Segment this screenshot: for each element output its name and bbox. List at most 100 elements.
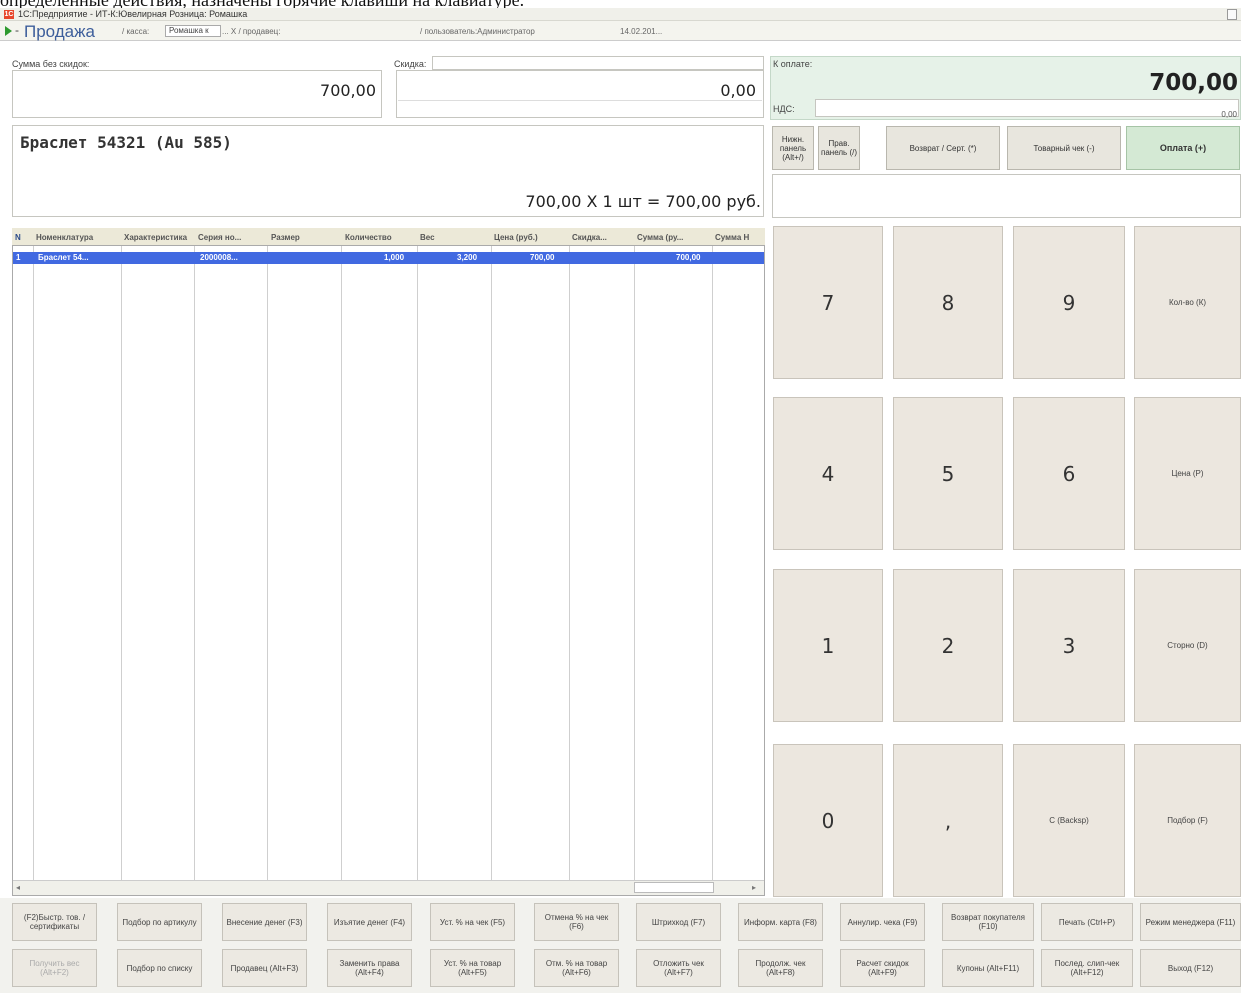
message-field <box>772 174 1241 218</box>
cell-n: 1 <box>16 253 21 262</box>
col-divider <box>634 246 635 880</box>
col-divider <box>121 246 122 880</box>
coupons-button[interactable]: Купоны (Alt+F11) <box>942 949 1034 987</box>
col-header-price[interactable]: Цена (руб.) <box>494 233 538 242</box>
exit-button[interactable]: Выход (F12) <box>1140 949 1241 987</box>
vat-value: 0,00 <box>1221 110 1237 119</box>
get-weight-button[interactable]: Получить вес (Alt+F2) <box>12 949 97 987</box>
key-8[interactable]: 8 <box>893 226 1003 379</box>
key-0-label: 0 <box>821 808 835 833</box>
set-receipt-discount-button[interactable]: Уст. % на чек (F5) <box>430 903 515 941</box>
form-title: Продажа <box>24 22 95 41</box>
key-3-label: 3 <box>1062 633 1076 658</box>
calculate-discounts-button[interactable]: Расчет скидок (Alt+F9) <box>840 949 925 987</box>
pay-button[interactable]: Оплата (+) <box>1126 126 1240 170</box>
discount-divider <box>398 100 762 101</box>
price-button-label: Цена (Р) <box>1171 469 1204 478</box>
manager-mode-button[interactable]: Режим менеджера (F11) <box>1140 903 1241 941</box>
crumb-date: 14.02.201... <box>620 27 663 36</box>
storno-button[interactable]: Сторно (D) <box>1134 569 1241 722</box>
key-2[interactable]: 2 <box>893 569 1003 722</box>
last-slip-button[interactable]: Послед. слип-чек (Alt+F12) <box>1041 949 1133 987</box>
col-header-quantity[interactable]: Количество <box>345 233 392 242</box>
key-4[interactable]: 4 <box>773 397 883 550</box>
print-button[interactable]: Печать (Ctrl+P) <box>1041 903 1133 941</box>
quick-goods-button[interactable]: (F2)Быстр. тов. / сертификаты <box>12 903 97 941</box>
scroll-left-icon[interactable]: ◂ <box>16 883 20 892</box>
to-pay-label: К оплате: <box>773 59 813 69</box>
cell-quantity: 1,000 <box>384 253 405 262</box>
key-6[interactable]: 6 <box>1013 397 1125 550</box>
col-divider <box>417 246 418 880</box>
cancel-receipt-discount-button[interactable]: Отмена % на чек (F6) <box>534 903 619 941</box>
storno-button-label: Сторно (D) <box>1167 641 1208 650</box>
select-button-label: Подбор (F) <box>1167 816 1208 825</box>
col-header-n[interactable]: N <box>15 233 21 242</box>
col-header-size[interactable]: Размер <box>271 233 300 242</box>
col-header-weight[interactable]: Вес <box>420 233 435 242</box>
void-receipt-button[interactable]: Аннулир. чека (F9) <box>840 903 925 941</box>
col-divider <box>194 246 195 880</box>
scrollbar-thumb[interactable] <box>634 882 714 893</box>
key-5[interactable]: 5 <box>893 397 1003 550</box>
key-comma[interactable]: , <box>893 744 1003 897</box>
receipt-button[interactable]: Товарный чек (-) <box>1007 126 1121 170</box>
col-header-sum-n[interactable]: Сумма Н <box>715 233 749 242</box>
key-9-label: 9 <box>1062 290 1076 315</box>
scroll-right-icon[interactable]: ▸ <box>752 883 756 892</box>
set-item-discount-button[interactable]: Уст. % на товар (Alt+F5) <box>430 949 515 987</box>
key-9[interactable]: 9 <box>1013 226 1125 379</box>
select-button[interactable]: Подбор (F) <box>1134 744 1241 897</box>
play-icon[interactable] <box>5 26 12 36</box>
col-header-characteristic[interactable]: Характеристика <box>124 233 187 242</box>
window-restore-button[interactable] <box>1227 9 1237 20</box>
key-1[interactable]: 1 <box>773 569 883 722</box>
select-by-article-button[interactable]: Подбор по артикулу <box>117 903 202 941</box>
key-3[interactable]: 3 <box>1013 569 1125 722</box>
barcode-button[interactable]: Штрихкод (F7) <box>636 903 721 941</box>
key-7[interactable]: 7 <box>773 226 883 379</box>
key-8-label: 8 <box>941 290 955 315</box>
backspace-button-label: C (Backsp) <box>1049 816 1089 825</box>
seller-button[interactable]: Продавец (Alt+F3) <box>222 949 307 987</box>
vat-label: НДС: <box>773 104 795 114</box>
col-header-sum[interactable]: Сумма (ру... <box>637 233 683 242</box>
withdraw-cash-button[interactable]: Изъятие денег (F4) <box>327 903 412 941</box>
cell-nomenclature: Браслет 54... <box>38 253 89 262</box>
key-6-label: 6 <box>1062 461 1076 486</box>
left-panel-button[interactable]: Нижн. панель (Alt+/) <box>772 126 814 170</box>
kassa-field[interactable]: Ромашка к <box>165 25 221 37</box>
key-5-label: 5 <box>941 461 955 486</box>
col-divider <box>569 246 570 880</box>
col-header-series[interactable]: Серия но... <box>198 233 241 242</box>
replace-rights-button[interactable]: Заменить права (Alt+F4) <box>327 949 412 987</box>
customer-return-button[interactable]: Возврат покупателя (F10) <box>942 903 1034 941</box>
info-card-button[interactable]: Информ. карта (F8) <box>738 903 823 941</box>
return-certificate-button[interactable]: Возврат / Серт. (*) <box>886 126 1000 170</box>
discount-input[interactable] <box>432 56 764 70</box>
nav-menu-icon[interactable]: - <box>15 23 19 37</box>
quantity-button[interactable]: Кол-во (К) <box>1134 226 1241 379</box>
key-comma-label: , <box>944 808 952 833</box>
cancel-item-discount-button[interactable]: Отм. % на товар (Alt+F6) <box>534 949 619 987</box>
continue-receipt-button[interactable]: Продолж. чек (Alt+F8) <box>738 949 823 987</box>
price-button[interactable]: Цена (Р) <box>1134 397 1241 550</box>
items-table[interactable] <box>12 228 765 896</box>
vat-field <box>815 99 1239 117</box>
key-0[interactable]: 0 <box>773 744 883 897</box>
key-1-label: 1 <box>821 633 835 658</box>
postpone-receipt-button[interactable]: Отложить чек (Alt+F7) <box>636 949 721 987</box>
current-item-calculation: 700,00 X 1 шт = 700,00 руб. <box>525 192 761 211</box>
cell-series: 2000008... <box>200 253 238 262</box>
right-panel-button[interactable]: Прав. панель (/) <box>818 126 860 170</box>
backspace-button[interactable]: C (Backsp) <box>1013 744 1125 897</box>
col-header-discount[interactable]: Скидка... <box>572 233 607 242</box>
window-title-bar: 1С:Предприятие - ИТ-К:Ювелирная Розница:… <box>0 8 1241 21</box>
deposit-cash-button[interactable]: Внесение денег (F3) <box>222 903 307 941</box>
crumb-kassa-label: / касса: <box>122 27 150 36</box>
col-header-nomenclature[interactable]: Номенклатура <box>36 233 93 242</box>
col-divider <box>491 246 492 880</box>
to-pay-value: 700,00 <box>1149 70 1238 96</box>
discount-value: 0,00 <box>720 81 756 100</box>
select-from-list-button[interactable]: Подбор по списку <box>117 949 202 987</box>
